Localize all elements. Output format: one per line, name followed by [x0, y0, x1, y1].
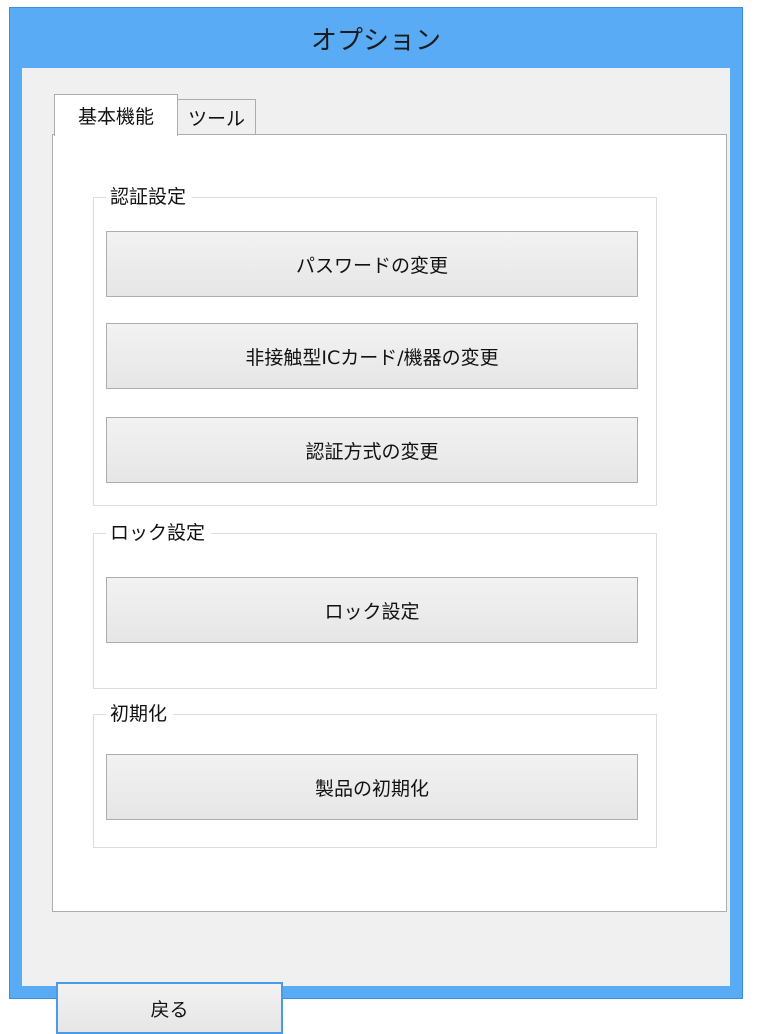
- group-initialization: 初期化 製品の初期化: [93, 701, 657, 848]
- change-password-button[interactable]: パスワードの変更: [106, 231, 638, 297]
- tab-panel-basic-functions: 認証設定 パスワードの変更 非接触型ICカード/機器の変更 認証方式の変更 ロッ…: [52, 134, 727, 912]
- change-ic-card-device-button[interactable]: 非接触型ICカード/機器の変更: [106, 323, 638, 389]
- group-initialization-label: 初期化: [106, 701, 174, 727]
- factory-reset-button[interactable]: 製品の初期化: [106, 754, 638, 820]
- tab-tools[interactable]: ツール: [178, 99, 256, 135]
- group-authentication-settings: 認証設定 パスワードの変更 非接触型ICカード/機器の変更 認証方式の変更: [93, 184, 657, 506]
- window-client-area: 基本機能 ツール 認証設定 パスワードの変更 非接触型ICカード/機器の変更 認…: [22, 68, 730, 1034]
- options-window: オプション 基本機能 ツール 認証設定 パスワードの変更 非接触型ICカード/機…: [9, 7, 743, 1034]
- tab-basic-functions[interactable]: 基本機能: [54, 94, 178, 136]
- back-button[interactable]: 戻る: [56, 982, 283, 1034]
- group-lock-settings: ロック設定 ロック設定: [93, 520, 657, 689]
- group-authentication-settings-label: 認証設定: [106, 184, 193, 210]
- lock-settings-button[interactable]: ロック設定: [106, 577, 638, 643]
- window-title: オプション: [310, 25, 441, 56]
- change-auth-method-button[interactable]: 認証方式の変更: [106, 417, 638, 483]
- group-lock-settings-label: ロック設定: [106, 520, 212, 546]
